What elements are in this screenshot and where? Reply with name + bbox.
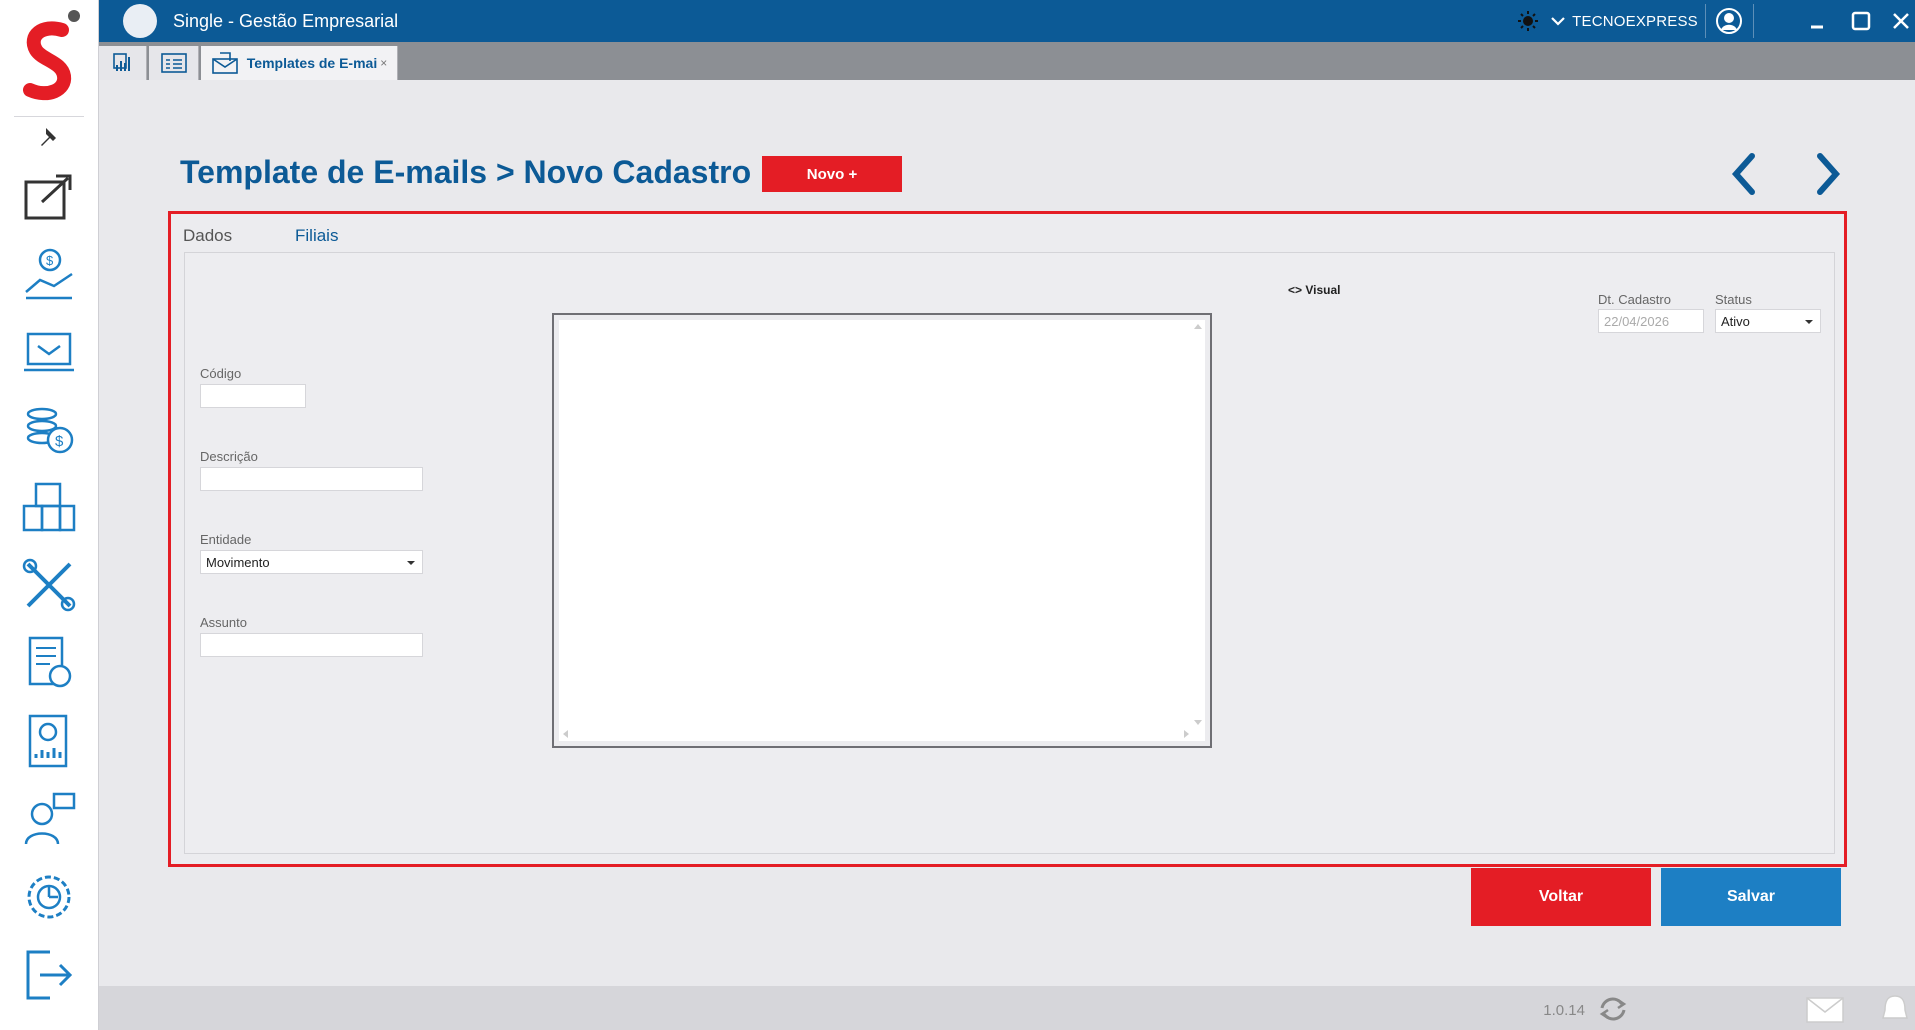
novo-button[interactable]: Novo + bbox=[762, 156, 902, 192]
tab-label: Templates de E-mai bbox=[246, 55, 378, 71]
warehouse-boxes-icon[interactable] bbox=[20, 478, 78, 536]
mail-icon[interactable] bbox=[1805, 996, 1845, 1024]
dropdown-caret-icon bbox=[1805, 320, 1813, 324]
sidebar: $ $ bbox=[0, 0, 99, 1030]
voltar-button[interactable]: Voltar bbox=[1471, 868, 1651, 926]
close-window-icon[interactable] bbox=[1887, 0, 1915, 42]
titlebar-divider bbox=[1753, 4, 1754, 38]
svg-text:$: $ bbox=[55, 433, 64, 450]
export-icon[interactable] bbox=[20, 166, 78, 224]
maximize-icon[interactable] bbox=[1843, 0, 1879, 42]
assunto-label: Assunto bbox=[200, 615, 247, 630]
user-avatar-icon[interactable] bbox=[1709, 0, 1749, 42]
support-agent-icon[interactable] bbox=[20, 790, 78, 848]
subtab-filiais[interactable]: Filiais bbox=[295, 226, 338, 246]
tab-email-templates[interactable]: Templates de E-mai × bbox=[201, 46, 398, 80]
form-panel: Código Descrição Entidade Movimento Assu… bbox=[184, 252, 1835, 854]
chevron-down-icon[interactable] bbox=[1547, 0, 1569, 42]
single-s-logo[interactable] bbox=[14, 6, 86, 102]
descricao-label: Descrição bbox=[200, 449, 258, 464]
titlebar-divider bbox=[1705, 4, 1706, 38]
form-tab-icon bbox=[160, 53, 187, 73]
descricao-input[interactable] bbox=[200, 467, 423, 491]
status-label: Status bbox=[1715, 292, 1752, 307]
scroll-down-icon[interactable] bbox=[1194, 720, 1202, 725]
subtab-dados[interactable]: Dados bbox=[183, 226, 232, 246]
minimize-icon[interactable] bbox=[1799, 0, 1835, 42]
tab-close-icon[interactable]: × bbox=[380, 56, 387, 70]
app-icon bbox=[123, 4, 157, 38]
form-frame: Dados Filiais Código Descrição Entidade … bbox=[168, 211, 1847, 867]
tools-icon[interactable] bbox=[20, 556, 78, 614]
status-select[interactable]: Ativo bbox=[1715, 309, 1821, 333]
previous-arrow-icon[interactable] bbox=[1724, 150, 1764, 198]
entidade-select[interactable]: Movimento bbox=[200, 550, 423, 574]
pin-icon[interactable] bbox=[36, 124, 64, 152]
scroll-left-icon[interactable] bbox=[563, 730, 568, 738]
codigo-input[interactable] bbox=[200, 384, 306, 408]
dashboard-tab-icon bbox=[112, 53, 130, 71]
email-template-tab-icon bbox=[211, 52, 238, 74]
entidade-value: Movimento bbox=[206, 554, 270, 570]
assunto-input[interactable] bbox=[200, 633, 423, 657]
bell-icon[interactable] bbox=[1877, 992, 1913, 1028]
salvar-button[interactable]: Salvar bbox=[1661, 868, 1841, 926]
app-title: Single - Gestão Empresarial bbox=[173, 11, 399, 31]
settings-gear-icon[interactable] bbox=[20, 868, 78, 926]
logout-icon[interactable] bbox=[20, 946, 78, 1004]
coins-icon[interactable]: $ bbox=[20, 400, 78, 458]
email-body-editor[interactable] bbox=[552, 313, 1212, 748]
editor-content-area[interactable] bbox=[559, 320, 1205, 741]
company-name[interactable]: TECNOEXPRESS bbox=[1572, 0, 1698, 42]
title-bar: Single - Gestão Empresarial TECNOEXPRESS bbox=[99, 0, 1915, 42]
tab-form[interactable] bbox=[149, 46, 199, 80]
scroll-up-icon[interactable] bbox=[1194, 324, 1202, 329]
visual-toggle[interactable]: <> Visual bbox=[1288, 283, 1340, 297]
theme-toggle-icon[interactable] bbox=[1515, 0, 1541, 42]
codigo-label: Código bbox=[200, 366, 242, 381]
next-arrow-icon[interactable] bbox=[1808, 150, 1848, 198]
status-value: Ativo bbox=[1721, 313, 1750, 329]
dt-cadastro-input[interactable] bbox=[1598, 309, 1704, 333]
sidebar-separator bbox=[14, 116, 84, 117]
inbox-laptop-icon[interactable] bbox=[20, 322, 78, 380]
status-bar: 1.0.14 bbox=[99, 986, 1915, 1030]
svg-text:$: $ bbox=[46, 253, 54, 268]
tab-strip: Templates de E-mai × bbox=[99, 42, 1915, 80]
report-chart-icon[interactable] bbox=[20, 712, 78, 770]
scroll-right-icon[interactable] bbox=[1184, 730, 1189, 738]
sync-icon[interactable] bbox=[1596, 996, 1630, 1022]
tab-dashboard[interactable] bbox=[99, 46, 147, 80]
invoice-icon[interactable] bbox=[20, 634, 78, 692]
page-title: Template de E-mails > Novo Cadastro bbox=[180, 154, 752, 190]
dt-cadastro-label: Dt. Cadastro bbox=[1598, 292, 1671, 307]
finance-hand-icon[interactable]: $ bbox=[20, 244, 78, 302]
entidade-label: Entidade bbox=[200, 532, 252, 547]
version-label: 1.0.14 bbox=[1543, 1002, 1585, 1019]
dropdown-caret-icon bbox=[407, 561, 415, 565]
